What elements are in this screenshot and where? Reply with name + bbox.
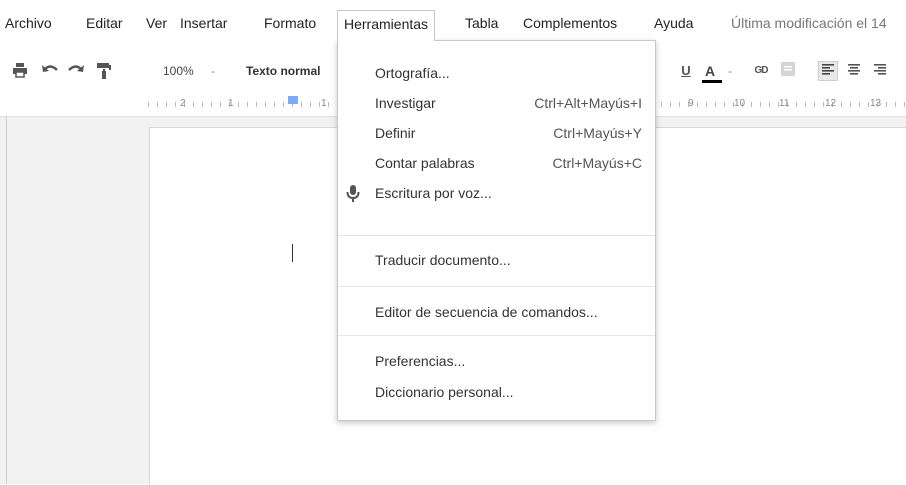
menu-insertar[interactable]: Insertar: [180, 14, 227, 32]
text-color-caret[interactable]: -: [728, 64, 732, 78]
ruler-label: 13: [870, 98, 882, 109]
menu-item-word-count[interactable]: Contar palabras Ctrl+Mayús+C: [338, 148, 655, 178]
align-right-icon[interactable]: [870, 62, 890, 80]
menu-formato[interactable]: Formato: [264, 14, 316, 32]
text-color-icon[interactable]: A: [700, 62, 722, 83]
menu-item-label: Preferencias...: [375, 353, 466, 369]
menu-item-shortcut: Ctrl+Alt+Mayús+I: [534, 95, 642, 111]
tools-dropdown-menu: Ortografía... Investigar Ctrl+Alt+Mayús+…: [337, 40, 656, 421]
menu-item-spelling[interactable]: Ortografía...: [338, 58, 655, 88]
comment-icon[interactable]: [778, 62, 798, 80]
text-color-bar: [702, 80, 722, 83]
zoom-caret[interactable]: -: [211, 64, 215, 78]
text-cursor: [292, 244, 293, 262]
redo-icon[interactable]: [66, 62, 86, 80]
microphone-icon: [346, 184, 360, 204]
ruler-label: 9: [688, 98, 694, 109]
canvas-left-border: [6, 117, 7, 484]
ruler-label: 11: [779, 98, 790, 109]
menu-item-shortcut: Ctrl+Mayús+Y: [553, 125, 642, 141]
menu-editar[interactable]: Editar: [86, 14, 123, 32]
menu-item-label: Traducir documento...: [375, 252, 511, 268]
menu-archivo[interactable]: Archivo: [5, 14, 52, 32]
menu-separator: [338, 335, 655, 336]
ruler-label: 2: [180, 98, 186, 109]
zoom-select[interactable]: 100%: [163, 64, 194, 78]
menu-herramientas[interactable]: Herramientas: [337, 10, 436, 41]
ruler-label: 10: [734, 98, 746, 109]
underline-icon[interactable]: U: [676, 62, 696, 80]
print-icon[interactable]: [10, 62, 30, 80]
menu-item-shortcut: Ctrl+Mayús+C: [552, 155, 642, 171]
menu-item-label: Investigar: [375, 95, 436, 111]
indent-marker[interactable]: [288, 96, 298, 104]
menu-item-script-editor[interactable]: Editor de secuencia de comandos...: [338, 297, 655, 327]
menu-item-label: Contar palabras: [375, 155, 475, 171]
link-icon[interactable]: GD: [751, 62, 771, 80]
menu-item-translate-document[interactable]: Traducir documento...: [338, 245, 655, 275]
menu-item-personal-dictionary[interactable]: Diccionario personal...: [338, 377, 655, 407]
menu-item-label: Ortografía...: [375, 65, 450, 81]
menu-separator: [338, 235, 655, 236]
align-left-icon[interactable]: [818, 61, 838, 81]
menu-complementos[interactable]: Complementos: [523, 14, 617, 32]
undo-icon[interactable]: [40, 62, 60, 80]
ruler-label: 1: [321, 98, 327, 109]
menu-ver[interactable]: Ver: [146, 14, 167, 32]
last-modified-link[interactable]: Última modificación el 14: [731, 14, 887, 32]
menu-separator: [338, 286, 655, 287]
style-select[interactable]: Texto normal: [246, 64, 320, 78]
menu-item-label: Definir: [375, 125, 416, 141]
menu-item-define[interactable]: Definir Ctrl+Mayús+Y: [338, 118, 655, 148]
text-color-glyph: A: [704, 63, 716, 79]
menu-ayuda[interactable]: Ayuda: [654, 14, 693, 32]
menu-item-label: Escritura por voz...: [375, 185, 492, 201]
menu-bar: Archivo Editar Ver Insertar Formato Herr…: [0, 0, 906, 44]
menu-item-research[interactable]: Investigar Ctrl+Alt+Mayús+I: [338, 88, 655, 118]
menu-item-voice-typing[interactable]: Escritura por voz...: [338, 178, 655, 208]
menu-item-preferences[interactable]: Preferencias...: [338, 346, 655, 376]
paint-format-icon[interactable]: [94, 62, 114, 80]
menu-tabla[interactable]: Tabla: [465, 14, 498, 32]
align-center-icon[interactable]: [844, 62, 864, 80]
ruler-label: 12: [825, 98, 837, 109]
menu-item-label: Editor de secuencia de comandos...: [375, 304, 598, 320]
ruler-label: 1: [228, 98, 234, 109]
menu-item-label: Diccionario personal...: [375, 384, 514, 400]
